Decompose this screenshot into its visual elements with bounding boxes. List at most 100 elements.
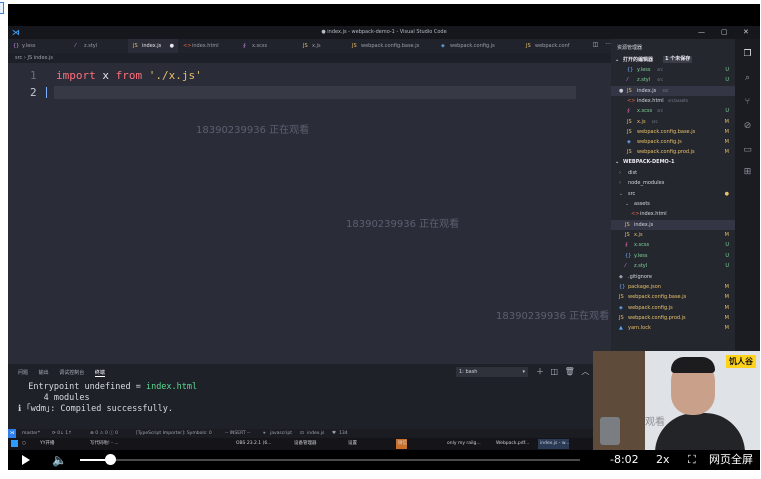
tree-item[interactable]: › dist [611, 168, 735, 178]
close-icon[interactable]: ✕ [743, 28, 749, 36]
tab-z-styl[interactable]: ⁄ z.styl [70, 39, 128, 53]
tab-x-js[interactable]: JS x.js [298, 39, 347, 53]
trash-icon[interactable]: 🗑 [565, 367, 575, 376]
play-icon[interactable] [22, 455, 30, 465]
video-top-bar [8, 4, 760, 26]
tree-item[interactable]: {} y.less U [611, 251, 735, 261]
taskbar-item[interactable]: 设置 [346, 439, 357, 449]
open-editor-name: webpack.config.prod.js [637, 149, 695, 156]
minimize-icon[interactable]: — [698, 28, 705, 36]
language-mode[interactable]: javascript [270, 429, 292, 438]
breadcrumb-folder[interactable]: src [15, 55, 22, 61]
unsaved-dot-icon[interactable]: ● [170, 39, 174, 53]
files-icon[interactable]: ❐ [742, 49, 753, 60]
taskbar-item[interactable]: YY开播 [38, 439, 55, 449]
tab-debug-console[interactable]: 调试控制台 [59, 370, 84, 376]
tree-item[interactable]: ⁄ z.styl U [611, 261, 735, 271]
split-terminal-icon[interactable]: ◫ [551, 367, 559, 376]
tree-item[interactable]: {} package.json M [611, 282, 735, 292]
source-control-icon[interactable]: ⑂ [742, 97, 753, 108]
open-editors-section[interactable]: ⌄ 打开的编辑器 1 个未保存 [611, 55, 735, 65]
tree-item[interactable]: JS x.js M [611, 230, 735, 240]
taskbar-item[interactable]: 微信 [396, 439, 407, 449]
open-editor-item[interactable]: JS webpack.config.prod.js M [611, 147, 735, 157]
terminal-text: = [130, 382, 146, 392]
unsaved-dot-icon[interactable]: ● [619, 86, 623, 96]
taskbar-item[interactable]: OBS 23.2.1 (6... [234, 439, 272, 449]
tab-index-html[interactable]: <> index.html [178, 39, 238, 53]
chevron-up-icon[interactable]: ︿ [581, 367, 589, 376]
open-editor-item[interactable]: {} y.less src U [611, 65, 735, 75]
problems-count[interactable]: ⊗ 0 ⚠ 0 ⓘ 0 [90, 429, 118, 438]
tree-item[interactable]: ⌄ src ● [611, 189, 735, 199]
file-type-icon: JS [627, 87, 632, 94]
tree-item[interactable]: ◈ webpack.config.js M [611, 303, 735, 313]
tree-item[interactable]: ▲ yarn.lock M [611, 323, 735, 333]
tab-webpack-config-js[interactable]: ◈ webpack.config.js [436, 39, 521, 53]
open-editor-item[interactable]: ◈ webpack.config.js M [611, 137, 735, 147]
tree-item[interactable]: JS webpack.config.prod.js M [611, 313, 735, 323]
tab-webpack-conf[interactable]: JS webpack.conf [521, 39, 570, 53]
tree-item[interactable]: ⌄ assets [611, 199, 735, 209]
open-editor-item[interactable]: ∮ x.scss src U [611, 106, 735, 116]
extensions-icon[interactable]: ⊞ [742, 167, 753, 178]
open-editor-item[interactable]: JS webpack.config.base.js M [611, 127, 735, 137]
open-editor-item[interactable]: JS x.js src M [611, 117, 735, 127]
tab-terminal[interactable]: 终端 [94, 370, 105, 377]
taskbar-item[interactable]: only my railg... [445, 439, 481, 449]
open-editor-name: webpack.config.js [637, 139, 682, 146]
tab-output[interactable]: 输出 [39, 370, 49, 376]
progress-track[interactable] [80, 459, 580, 461]
ts-importer-status: [TypeScript Importer]: Symbols: 0 [136, 431, 212, 436]
progress-knob[interactable] [105, 454, 116, 465]
git-branch[interactable]: master* [22, 429, 40, 438]
terminal-output[interactable]: Entrypoint undefined = index.html 4 modu… [18, 382, 197, 415]
code-editor[interactable]: 1 2 import x from './x.js' 18390239936 正… [8, 63, 611, 364]
tree-item[interactable]: ∮ x.scss U [611, 240, 735, 250]
open-editor-dir: src [657, 108, 664, 114]
debug-icon[interactable]: ⊘ [742, 121, 753, 132]
tree-item[interactable]: ◆ .gitignore [611, 272, 735, 282]
open-editor-item[interactable]: <> index.html src\assets [611, 96, 735, 106]
tab-y-less[interactable]: {} y.less [8, 39, 70, 53]
tab-webpack-config-base-js[interactable]: JS webpack.config.base.js [347, 39, 436, 53]
project-section[interactable]: ⌄ WEBPACK-DEMO-1 [611, 157, 735, 167]
git-status: M [724, 232, 729, 239]
web-fullscreen-button[interactable]: 网页全屏 [709, 450, 753, 470]
terminal-select[interactable]: 1: bash ▾ [456, 367, 528, 377]
tree-item[interactable]: JS index.js [611, 219, 735, 230]
taskview-icon[interactable]: ○ [22, 438, 26, 450]
taskbar-item[interactable]: 写代码啦! - ... [88, 439, 119, 449]
tab-problems[interactable]: 问题 [18, 370, 28, 376]
breadcrumb-file[interactable]: JS index.js [28, 55, 54, 61]
tree-item[interactable]: JS webpack.config.base.js M [611, 292, 735, 302]
tree-item-name: .gitignore [628, 273, 652, 280]
tree-item[interactable]: › node_modules [611, 178, 735, 188]
git-status: M [724, 325, 729, 332]
tree-item[interactable]: <> index.html [611, 209, 735, 219]
open-editor-item[interactable]: JS index.js src ● [611, 85, 735, 96]
split-editor-icon[interactable]: ◫ [593, 41, 599, 48]
taskbar-item[interactable]: index.js - w... [538, 439, 570, 449]
add-terminal-icon[interactable]: ＋ [536, 367, 544, 376]
windows-start-icon[interactable] [11, 440, 18, 447]
unsaved-badge: 1 个未保存 [663, 56, 693, 63]
remote-icon[interactable]: ▭ [742, 145, 753, 156]
tab-x-scss[interactable]: ∮ x.scss [238, 39, 298, 53]
time-remaining: -8:02 [610, 453, 639, 466]
volume-icon[interactable]: 🔈 [52, 450, 67, 470]
remote-icon[interactable]: ⋊ [8, 429, 16, 438]
git-sync[interactable]: ⟳ 0↓ 1↑ [52, 429, 72, 438]
taskbar-item[interactable]: Webpack.pdf... [494, 439, 529, 449]
taskbar-item[interactable]: 设备管理器 [292, 439, 317, 449]
maximize-icon[interactable]: ▢ [721, 28, 728, 36]
fullscreen-icon[interactable]: ⛶ [688, 450, 696, 470]
tab-index-js[interactable]: JS index.js ● [128, 39, 178, 53]
playback-speed[interactable]: 2x [656, 450, 670, 470]
chevron-down-icon: ⌄ [615, 159, 620, 165]
search-icon[interactable]: ⌕ [742, 73, 753, 84]
open-editors-label: 打开的编辑器 [623, 57, 654, 63]
code-line-1[interactable]: import x from './x.js' [56, 69, 202, 82]
open-editor-item[interactable]: ⁄ z.styl src U [611, 75, 735, 85]
git-status: M [724, 149, 729, 156]
